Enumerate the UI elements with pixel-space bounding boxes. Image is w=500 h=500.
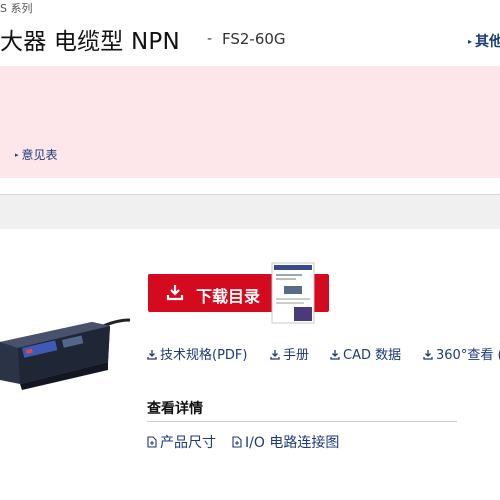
model-number: FS2-60G xyxy=(222,30,286,48)
view-360-label: 360°查看 ( xyxy=(436,348,500,363)
product-dimensions-link[interactable]: 产品尺寸 xyxy=(147,432,216,452)
notice-panel xyxy=(0,66,500,178)
product-dimensions-label: 产品尺寸 xyxy=(160,435,216,451)
download-icon xyxy=(166,285,184,301)
page-title: 大器 电缆型 NPN xyxy=(0,29,180,55)
other-models-link[interactable]: ▸ 其他 xyxy=(468,31,500,51)
product-image xyxy=(0,318,130,390)
manual-label: 手册 xyxy=(283,348,310,363)
details-heading: 查看详情 xyxy=(147,401,203,417)
spec-pdf-label: 技术规格(PDF) xyxy=(160,348,248,363)
file-icon xyxy=(147,436,157,448)
spec-pdf-link[interactable]: 技术规格(PDF) xyxy=(147,344,247,363)
triangle-right-icon: ▸ xyxy=(15,151,19,159)
cad-data-link[interactable]: CAD 数据 xyxy=(330,344,401,363)
download-catalog-label: 下载目录 xyxy=(196,287,261,306)
details-divider xyxy=(147,421,457,422)
io-circuit-label: I/O 电路连接图 xyxy=(245,435,340,451)
section-divider xyxy=(0,194,500,229)
io-circuit-link[interactable]: I/O 电路连接图 xyxy=(232,432,339,452)
file-icon xyxy=(232,436,242,448)
catalog-thumbnail[interactable] xyxy=(270,262,316,324)
triangle-right-icon: ▸ xyxy=(468,37,473,46)
download-icon xyxy=(423,350,433,360)
cad-data-label: CAD 数据 xyxy=(343,348,402,363)
download-icon xyxy=(330,350,340,360)
feedback-label: 意见表 xyxy=(21,148,58,162)
view-360-link[interactable]: 360°查看 ( xyxy=(423,344,500,363)
download-icon xyxy=(270,350,280,360)
other-models-label: 其他 xyxy=(475,34,500,50)
series-breadcrumb[interactable]: S 系列 xyxy=(0,0,32,16)
title-separator: - xyxy=(207,31,213,47)
download-icon xyxy=(147,350,157,360)
manual-link[interactable]: 手册 xyxy=(270,344,309,363)
feedback-link[interactable]: ▸ 意见表 xyxy=(15,146,58,163)
